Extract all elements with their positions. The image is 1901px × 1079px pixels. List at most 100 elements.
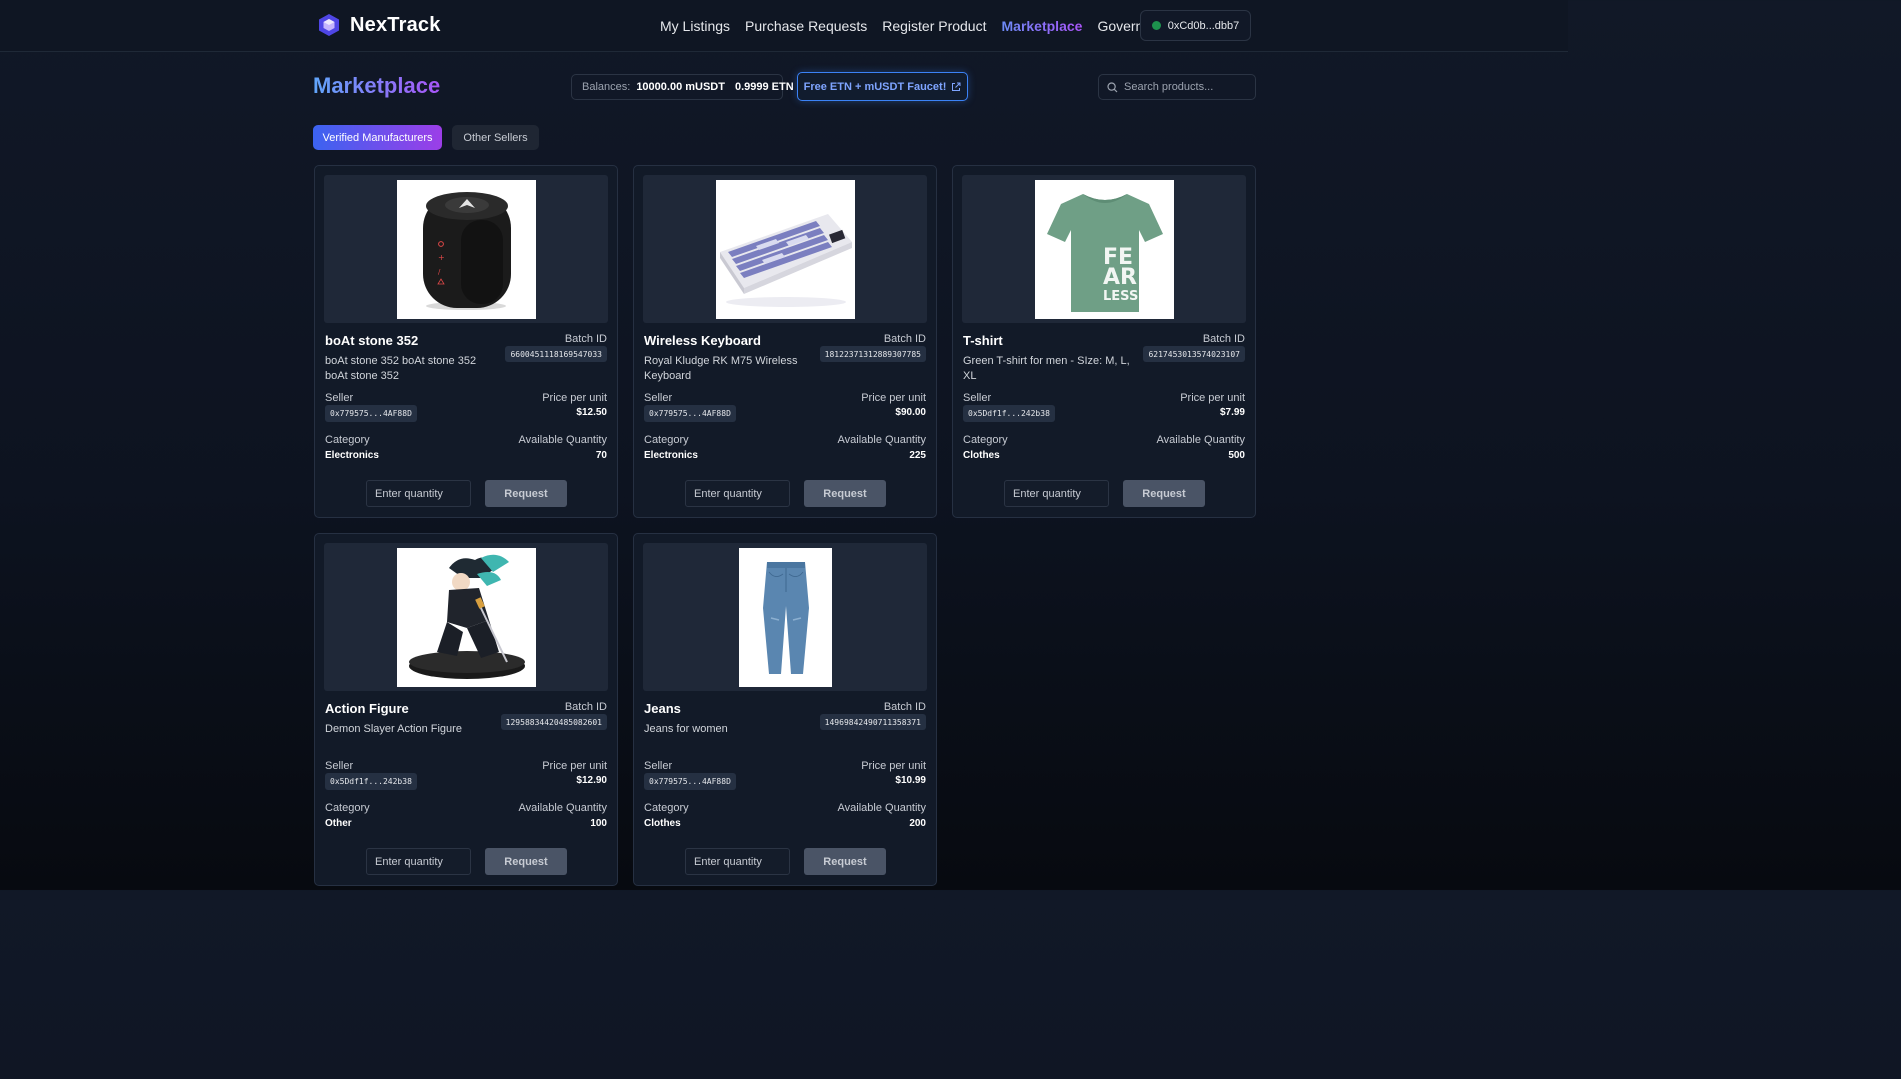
price-label: Price per unit <box>861 392 926 404</box>
request-button[interactable]: Request <box>804 480 886 507</box>
wallet-button[interactable]: 0xCd0b...dbb7 <box>1140 10 1251 41</box>
quantity-input[interactable] <box>366 480 471 507</box>
search-icon <box>1107 81 1118 92</box>
search-input[interactable] <box>1124 81 1249 93</box>
speaker-image: + / <box>422 191 511 310</box>
product-name: boAt stone 352 <box>325 333 419 348</box>
product-card: + / boAt stone 352 Batch ID 660045111816… <box>314 165 618 518</box>
quantity-label: Available Quantity <box>518 434 607 446</box>
price-value: $7.99 <box>1219 407 1245 418</box>
nav-my-listings[interactable]: My Listings <box>660 18 730 34</box>
quantity-label: Available Quantity <box>518 802 607 814</box>
product-description: Royal Kludge RK M75 Wireless Keyboard <box>644 355 798 382</box>
category-value: Other <box>325 818 352 829</box>
request-button[interactable]: Request <box>804 848 886 875</box>
product-card: Action Figure Batch ID 12958834420485082… <box>314 533 618 886</box>
price-value: $90.00 <box>895 407 926 418</box>
seller-address: 0x5Ddf1f...242b38 <box>325 773 417 790</box>
brand-name: NexTrack <box>350 13 441 36</box>
keyboard-image <box>719 213 852 307</box>
seller-label: Seller <box>963 392 992 404</box>
seller-address: 0x779575...4AF88D <box>325 405 417 422</box>
quantity-value: 225 <box>909 450 926 461</box>
product-image <box>715 179 855 319</box>
search-box <box>1098 74 1256 100</box>
batch-id-label: Batch ID <box>883 333 926 345</box>
price-value: $10.99 <box>895 775 926 786</box>
product-image-well <box>643 543 927 691</box>
product-image-well: + / <box>324 175 608 323</box>
product-card: FE AR LESS T-shirt Batch ID 621745301357… <box>952 165 1256 518</box>
brand[interactable]: NexTrack <box>318 13 441 37</box>
product-image <box>738 547 832 687</box>
batch-id: 18122371312889307785 <box>819 346 926 362</box>
balance-etn: 0.9999 ETN <box>734 81 794 93</box>
tshirt-image: FE AR LESS <box>1046 193 1163 312</box>
product-card: Wireless Keyboard Batch ID 1812237131288… <box>633 165 937 518</box>
batch-id-label: Batch ID <box>564 701 607 713</box>
batch-id: 12958834420485082601 <box>500 714 607 730</box>
product-image-well <box>643 175 927 323</box>
request-button[interactable]: Request <box>1123 480 1205 507</box>
product-description: Green T-shirt for men - SIze: M, L, XL <box>963 355 1130 382</box>
seller-label: Seller <box>325 392 354 404</box>
request-button[interactable]: Request <box>485 480 567 507</box>
seller-label: Seller <box>644 392 673 404</box>
category-value: Electronics <box>644 450 698 461</box>
quantity-value: 100 <box>590 818 607 829</box>
product-description: boAt stone 352 boAt stone 352 boAt stone… <box>325 355 477 382</box>
batch-id: 6600451118169547033 <box>505 346 607 362</box>
category-value: Clothes <box>644 818 681 829</box>
product-name: Action Figure <box>325 701 409 716</box>
category-label: Category <box>644 434 689 446</box>
main-nav: My Listings Purchase Requests Register P… <box>660 18 1189 34</box>
nav-register-product[interactable]: Register Product <box>882 18 986 34</box>
category-value: Clothes <box>963 450 1000 461</box>
quantity-input[interactable] <box>685 480 790 507</box>
seller-address: 0x779575...4AF88D <box>644 405 736 422</box>
quantity-value: 500 <box>1228 450 1245 461</box>
faucet-button[interactable]: Free ETN + mUSDT Faucet! <box>797 72 968 101</box>
seller-label: Seller <box>325 760 354 772</box>
category-label: Category <box>325 802 370 814</box>
tshirt-print: FE AR LESS <box>1103 245 1143 304</box>
batch-id-label: Batch ID <box>564 333 607 345</box>
nav-purchase-requests[interactable]: Purchase Requests <box>745 18 867 34</box>
quantity-input[interactable] <box>366 848 471 875</box>
tab-other-sellers[interactable]: Other Sellers <box>452 125 539 150</box>
product-name: Jeans <box>644 701 681 716</box>
quantity-label: Available Quantity <box>1156 434 1245 446</box>
faucet-label: Free ETN + mUSDT Faucet! <box>803 80 947 93</box>
product-image <box>396 547 536 687</box>
quantity-label: Available Quantity <box>837 434 926 446</box>
seller-address: 0x779575...4AF88D <box>644 773 736 790</box>
balance-musdt: 10000.00 mUSDT <box>636 81 725 93</box>
product-name: T-shirt <box>963 333 1003 348</box>
batch-id: 14969842490711358371 <box>819 714 926 730</box>
top-navbar: NexTrack My Listings Purchase Requests R… <box>0 0 1568 52</box>
action-figure-image <box>408 554 525 679</box>
quantity-input[interactable] <box>1004 480 1109 507</box>
cube-logo-icon <box>319 14 339 36</box>
category-label: Category <box>325 434 370 446</box>
category-value: Electronics <box>325 450 379 461</box>
wallet-address: 0xCd0b...dbb7 <box>1167 19 1240 32</box>
batch-id: 6217453013574023107 <box>1143 346 1245 362</box>
request-button[interactable]: Request <box>485 848 567 875</box>
quantity-value: 70 <box>595 450 607 461</box>
product-card: Jeans Batch ID 14969842490711358371 Jean… <box>633 533 937 886</box>
quantity-input[interactable] <box>685 848 790 875</box>
quantity-value: 200 <box>909 818 926 829</box>
product-image-well: FE AR LESS <box>962 175 1246 323</box>
price-label: Price per unit <box>542 760 607 772</box>
category-label: Category <box>644 802 689 814</box>
price-value: $12.90 <box>576 775 607 786</box>
nav-marketplace[interactable]: Marketplace <box>1002 18 1083 34</box>
tab-verified-manufacturers[interactable]: Verified Manufacturers <box>313 125 442 150</box>
batch-id-label: Batch ID <box>1202 333 1245 345</box>
product-image: FE AR LESS <box>1034 179 1174 319</box>
external-link-icon <box>952 82 961 91</box>
price-label: Price per unit <box>542 392 607 404</box>
category-label: Category <box>963 434 1008 446</box>
product-image: + / <box>396 179 536 319</box>
